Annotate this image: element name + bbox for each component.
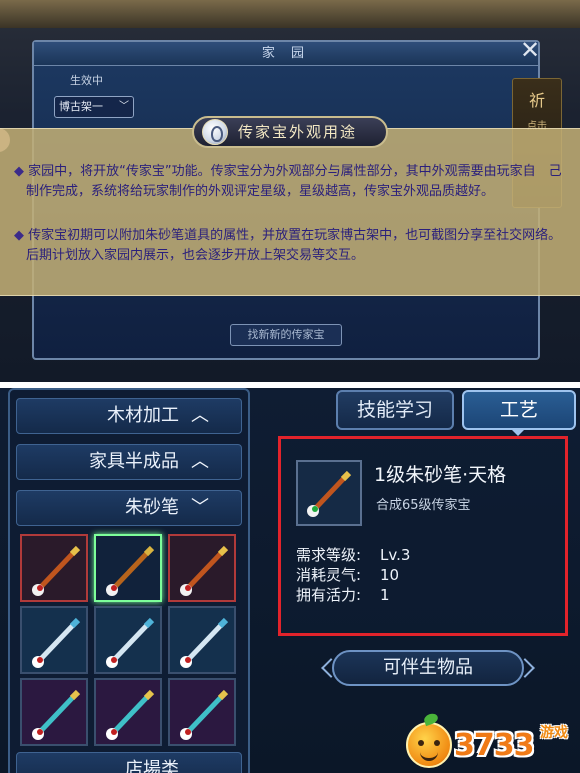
stat-value: Lv.3 (380, 546, 411, 564)
chevron-down-icon: ﹀ (119, 101, 129, 112)
chevron-down-icon: ﹀ (191, 497, 209, 518)
category-label: 店場类 (125, 759, 179, 773)
site-watermark: 3733 游戏 (402, 711, 580, 772)
brush-icon (307, 470, 352, 517)
find-heirloom-button[interactable]: 找新新的传家宝 (230, 324, 342, 346)
shelf-dropdown[interactable]: 博古架一 ﹀ (54, 96, 134, 118)
category-shop[interactable]: 店場类 (16, 752, 242, 773)
recipe-list-panel: 木材加工 ︿ 家具半成品 ︿ 朱砂笔 ﹀ 店場类 (8, 388, 250, 773)
shelf-dropdown-value: 博古架一 (59, 100, 103, 113)
brush-icon (106, 689, 155, 740)
watermark-suffix: 游戏 (540, 725, 568, 741)
brush-slot[interactable] (94, 606, 162, 674)
stat-label: 需求等级: (296, 546, 362, 564)
active-tab-indicator (510, 428, 526, 436)
effect-label: 生效中 (70, 74, 103, 87)
brush-icon (180, 545, 229, 596)
pray-banner-char: 祈 (528, 91, 545, 110)
tab-skill-learning[interactable]: 技能学习 (336, 390, 454, 430)
diamond-bullet-icon: ◆ (14, 228, 29, 243)
stat-value: 10 (380, 566, 400, 584)
craft-screen: 木材加工 ︿ 家具半成品 ︿ 朱砂笔 ﹀ 店場类 技能学习 工艺 1级朱砂笔·天… (0, 388, 580, 773)
brush-slot[interactable] (20, 606, 88, 674)
orange-mascot-icon (406, 722, 452, 768)
item-subtitle: 合成65级传家宝 (376, 498, 471, 513)
category-wood-processing[interactable]: 木材加工 ︿ (16, 398, 242, 434)
brush-slot[interactable] (20, 678, 88, 746)
brush-slot[interactable] (168, 534, 236, 602)
watermark-number: 3733 (454, 728, 534, 763)
brush-slot-selected[interactable] (94, 534, 162, 602)
brush-icon (180, 617, 229, 668)
chevron-up-icon: ︿ (191, 405, 209, 426)
brush-icon (106, 545, 155, 596)
category-label: 朱砂笔 (125, 497, 179, 518)
brush-icon (180, 689, 229, 740)
close-icon[interactable]: ✕ (518, 38, 542, 62)
brush-icon (32, 617, 81, 668)
brush-icon (32, 689, 81, 740)
home-panel-title: 家 园 (34, 42, 538, 66)
brush-icon (106, 617, 155, 668)
vase-icon (202, 119, 228, 145)
category-label: 家具半成品 (89, 451, 179, 472)
tab-craft[interactable]: 工艺 (462, 390, 576, 430)
item-name: 1级朱砂笔·天格 (374, 464, 507, 486)
category-cinnabar-brush[interactable]: 朱砂笔 ﹀ (16, 490, 242, 526)
brush-slot[interactable] (20, 534, 88, 602)
category-label: 木材加工 (107, 405, 179, 426)
stat-spirit-cost: 消耗灵气: 10 (296, 564, 399, 585)
home-screen: 家 园 生效中 博古架一 ﹀ 祈 点击 找新新的传家宝 ✕ 传家宝外观用途 ◆ … (0, 0, 580, 382)
stat-required-level: 需求等级: Lv.3 (296, 544, 410, 565)
info-paragraph-text: 传家宝初期可以附加朱砂笔道具的属性，并放置在玩家博古架中，也可截图分享至社交网络… (26, 228, 562, 263)
info-title: 传家宝外观用途 (192, 116, 388, 148)
item-detail-icon[interactable] (296, 460, 362, 526)
info-title-text: 传家宝外观用途 (238, 123, 358, 141)
brush-slot[interactable] (168, 606, 236, 674)
info-paragraph: ◆ 传家宝初期可以附加朱砂笔道具的属性，并放置在玩家博古架中，也可截图分享至社交… (14, 226, 570, 266)
info-paragraph-text: 家园中，将开放“传家宝”功能。传家宝分为外观部分与属性部分，其中外观需要由玩家自… (26, 164, 562, 199)
info-overlay (0, 128, 580, 296)
brush-slot[interactable] (168, 678, 236, 746)
info-paragraph: ◆ 家园中，将开放“传家宝”功能。传家宝分为外观部分与属性部分，其中外观需要由玩… (14, 162, 570, 202)
category-furniture-parts[interactable]: 家具半成品 ︿ (16, 444, 242, 480)
brush-icon (32, 545, 81, 596)
brush-slot[interactable] (94, 678, 162, 746)
stat-label: 拥有活力: (296, 586, 362, 604)
stat-label: 消耗灵气: (296, 566, 362, 584)
companion-items-button[interactable]: 可伴生物品 (332, 650, 524, 686)
stat-value: 1 (380, 586, 390, 604)
chevron-up-icon: ︿ (191, 451, 209, 472)
top-scenery (0, 0, 580, 28)
diamond-bullet-icon: ◆ (14, 164, 29, 179)
stat-vitality: 拥有活力: 1 (296, 584, 390, 605)
